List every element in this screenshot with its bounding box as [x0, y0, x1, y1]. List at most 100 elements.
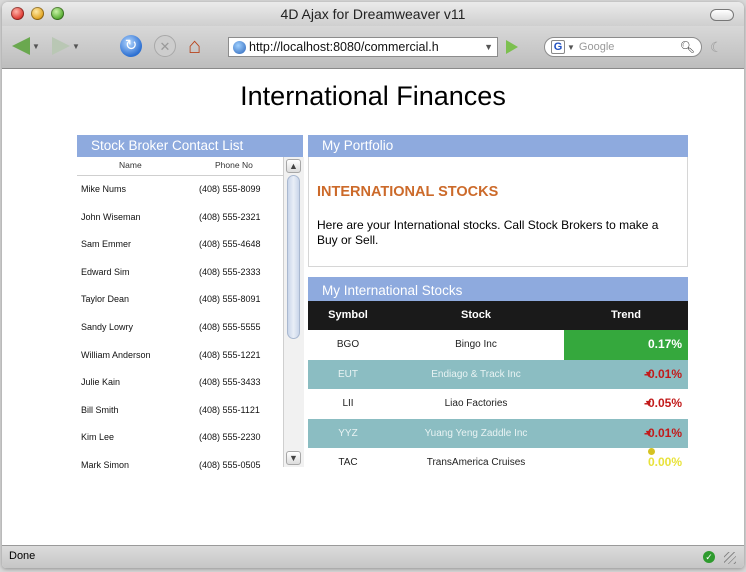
contact-phone: (408) 555-0505: [199, 459, 261, 470]
contact-phone: (408) 555-5555: [199, 321, 261, 332]
url-text[interactable]: http://localhost:8080/commercial.h: [249, 40, 480, 54]
contact-row[interactable]: William Anderson (408) 555-1221: [77, 341, 283, 369]
back-button[interactable]: ▼: [12, 35, 40, 57]
contact-name: Kim Lee: [81, 432, 115, 443]
contact-row[interactable]: Kim Lee (408) 555-2230: [77, 423, 283, 451]
stock-name: Yuang Yeng Zaddle Inc: [424, 427, 528, 439]
stock-symbol: YYZ: [338, 427, 358, 439]
stock-symbol: EUT: [338, 368, 358, 380]
column-header-stock[interactable]: Stock: [388, 309, 564, 321]
scroll-thumb[interactable]: [287, 175, 300, 339]
stocks-table-header: Symbol Stock Trend: [308, 301, 688, 330]
contact-name: Julie Kain: [81, 377, 121, 388]
address-bar[interactable]: http://localhost:8080/commercial.h ▼: [228, 37, 498, 57]
trend-value: 0.00%: [647, 455, 682, 470]
stock-name: Bingo Inc: [455, 339, 497, 350]
forward-button[interactable]: ▼: [52, 35, 80, 57]
contact-list: Mike Nums (408) 555-8099 John Wiseman (408)…: [77, 175, 283, 479]
go-icon[interactable]: [506, 40, 518, 54]
contact-phone: (408) 555-8091: [199, 294, 261, 305]
stock-row[interactable]: LII Liao Factories ▼ -0.05%: [308, 389, 688, 419]
title-bar: 4D Ajax for Dreamweaver v11: [2, 2, 744, 26]
scroll-down-icon[interactable]: ▼: [286, 451, 301, 465]
column-header-phone[interactable]: Phone No: [215, 160, 253, 170]
globe-icon: [233, 40, 246, 54]
scroll-up-icon[interactable]: ▲: [286, 159, 301, 173]
stock-trend: ▼ -0.01%: [564, 419, 688, 449]
column-header-symbol[interactable]: Symbol: [308, 309, 388, 321]
stock-name: TransAmerica Cruises: [426, 457, 526, 469]
back-icon: [12, 37, 30, 55]
portfolio-header: My Portfolio: [308, 135, 688, 157]
stock-name: Endiago & Track Inc: [431, 368, 521, 380]
contact-row[interactable]: Mike Nums (408) 555-8099: [77, 175, 283, 203]
contact-row[interactable]: Mark Simon (408) 555-0505: [77, 451, 283, 479]
contact-column-headers: Name Phone No: [77, 157, 283, 176]
search-field[interactable]: G ▼ Google 🔍︎: [544, 37, 702, 57]
search-engine-dropdown-icon[interactable]: ▼: [567, 43, 575, 52]
contact-row[interactable]: Sam Emmer (408) 555-4648: [77, 230, 283, 258]
contact-phone: (408) 555-3433: [199, 377, 261, 388]
column-header-trend[interactable]: Trend: [564, 309, 688, 321]
contact-row[interactable]: Edward Sim (408) 555-2333: [77, 258, 283, 286]
page-content: International Finances Stock Broker Cont…: [2, 69, 744, 545]
resize-grip-icon[interactable]: [724, 552, 736, 564]
contact-phone: (408) 555-2230: [199, 432, 261, 443]
stop-button[interactable]: ✕: [154, 35, 176, 57]
contact-row[interactable]: Sandy Lowry (408) 555-5555: [77, 313, 283, 341]
page-title: International Finances: [240, 81, 506, 111]
contact-phone: (408) 555-1221: [199, 349, 261, 360]
activity-spinner-icon: ☾: [710, 39, 723, 55]
reload-button[interactable]: ↻: [120, 35, 142, 57]
contact-row[interactable]: John Wiseman (408) 555-2321: [77, 203, 283, 231]
stock-symbol: LII: [342, 398, 354, 410]
contact-row[interactable]: Julie Kain (408) 555-3433: [77, 368, 283, 396]
column-header-name[interactable]: Name: [119, 160, 142, 170]
contact-phone: (408) 555-4648: [199, 239, 261, 250]
contact-name: Taylor Dean: [81, 294, 130, 305]
stock-symbol: BGO: [336, 339, 360, 350]
contact-phone: (408) 555-2333: [199, 266, 261, 277]
trend-down-icon: ▼: [643, 398, 653, 409]
browser-toolbar: ▼ ▼ ↻ ✕ ⌂ http://localhost:8080/commerci…: [2, 26, 744, 69]
stock-row[interactable]: EUT Endiago & Track Inc ▼ -0.01%: [308, 359, 688, 390]
stock-symbol: TAC: [338, 457, 358, 469]
forward-dropdown-icon[interactable]: ▼: [72, 42, 80, 51]
toolbar-toggle-button[interactable]: [710, 9, 734, 21]
portfolio-text: Here are your International stocks. Call…: [317, 218, 659, 247]
contact-row[interactable]: Taylor Dean (408) 555-8091: [77, 285, 283, 313]
stocks-table-body: BGO Bingo Inc 0.17% EUT Endiago & Track Inc ▼…: [308, 330, 688, 478]
portfolio-panel: My Portfolio INTERNATIONAL STOCKS Here a…: [308, 135, 688, 267]
contact-list-header: Stock Broker Contact List: [77, 135, 303, 157]
status-bar: Done ✓: [2, 545, 744, 568]
contact-name: Bill Smith: [81, 404, 119, 415]
stocks-panel: My International Stocks Symbol Stock Tre…: [308, 277, 688, 478]
contact-scrollbar[interactable]: ▲ ▼: [283, 157, 304, 467]
stock-row[interactable]: BGO Bingo Inc 0.17%: [308, 330, 688, 360]
stock-row[interactable]: YYZ Yuang Yeng Zaddle Inc ▼ -0.01%: [308, 418, 688, 449]
search-placeholder[interactable]: Google: [579, 41, 680, 53]
back-dropdown-icon[interactable]: ▼: [32, 42, 40, 51]
ok-icon: ✓: [703, 551, 715, 563]
home-button[interactable]: ⌂: [188, 35, 201, 57]
contact-name: Mike Nums: [81, 184, 127, 194]
forward-icon: [52, 37, 70, 55]
stop-icon: ✕: [154, 35, 176, 57]
browser-window: 4D Ajax for Dreamweaver v11 ▼ ▼ ↻ ✕ ⌂ ht…: [2, 2, 744, 568]
contact-row[interactable]: Bill Smith (408) 555-1121: [77, 396, 283, 424]
search-icon[interactable]: 🔍︎: [680, 40, 695, 54]
window-title: 4D Ajax for Dreamweaver v11: [280, 6, 466, 22]
contact-phone: (408) 555-2321: [199, 211, 261, 222]
contact-name: Edward Sim: [81, 266, 130, 277]
url-history-icon[interactable]: ▼: [480, 42, 497, 52]
stock-row[interactable]: TAC TransAmerica Cruises 0.00%: [308, 448, 688, 478]
stock-trend: ▼ -0.01%: [564, 360, 688, 390]
contact-name: Sandy Lowry: [81, 321, 134, 332]
contact-name: John Wiseman: [81, 211, 141, 222]
stocks-header: My International Stocks: [308, 277, 688, 301]
reload-icon: ↻: [120, 35, 142, 57]
portfolio-title: INTERNATIONAL STOCKS: [317, 184, 499, 200]
stock-trend: 0.00%: [564, 448, 688, 478]
contact-list-panel: Stock Broker Contact List Name Phone No …: [77, 135, 304, 470]
search-engine-icon[interactable]: G: [551, 40, 565, 54]
